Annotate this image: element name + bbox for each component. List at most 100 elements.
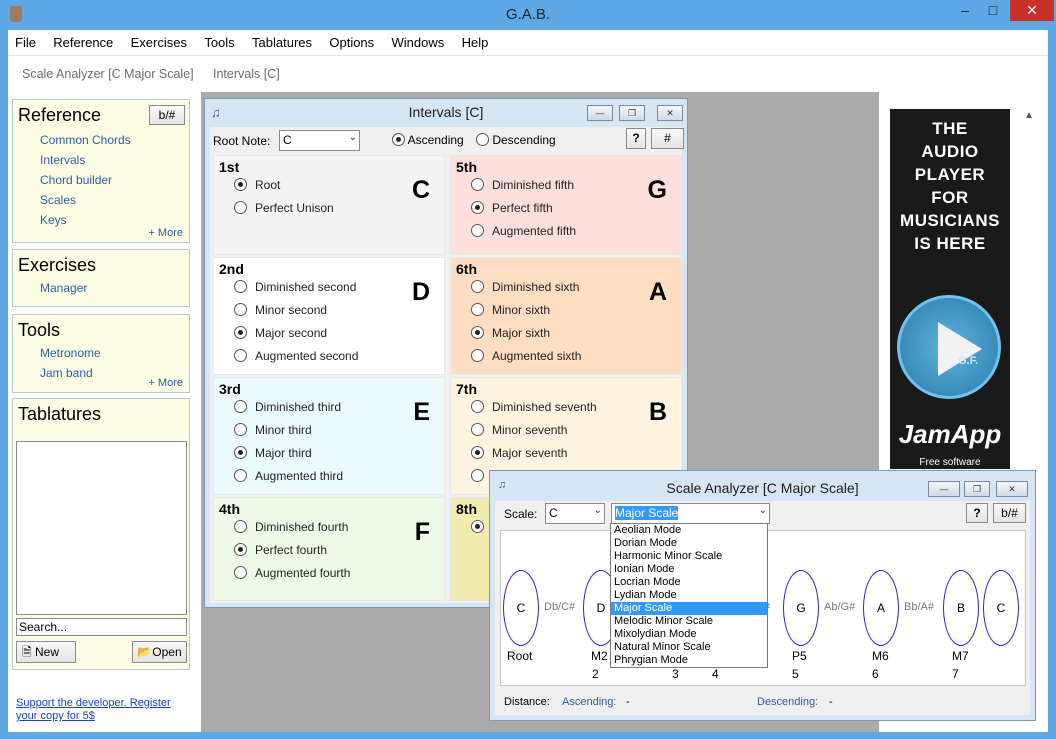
sidebar-item-scales[interactable]: Scales [40, 190, 189, 210]
sidebar-item-chord-builder[interactable]: Chord builder [40, 170, 189, 190]
interval-option-label: Diminished sixth [492, 280, 580, 294]
menu-file[interactable]: File [8, 30, 43, 50]
scale-mode-option[interactable]: Major Scale [611, 602, 767, 615]
scale-mode-option[interactable]: Melodic Minor Scale [611, 615, 767, 628]
document-tabs: Scale Analyzer [C Major Scale] Intervals… [8, 56, 1048, 92]
sidebar-item-intervals[interactable]: Intervals [40, 150, 189, 170]
interval-option-radio[interactable]: Major second [234, 326, 327, 340]
open-button[interactable]: 📂Open [132, 641, 187, 663]
radio-dot [471, 326, 484, 339]
interval-option-radio[interactable]: Augmented fifth [471, 224, 576, 238]
menu-windows[interactable]: Windows [385, 30, 452, 50]
interval-option-radio[interactable]: Diminished third [234, 400, 341, 414]
tablatures-list[interactable] [16, 441, 187, 615]
interval-option-radio[interactable]: Minor seventh [471, 423, 567, 437]
scale-mode-option[interactable]: Phrygian Mode [611, 654, 767, 667]
interval-option-radio[interactable]: Minor sixth [471, 303, 550, 317]
scroll-up-icon[interactable]: ▲ [1024, 110, 1034, 121]
help-button[interactable]: ? [966, 503, 988, 523]
scale-interval-label: M2 [591, 649, 608, 663]
interval-option-radio[interactable]: Diminished sixth [471, 280, 579, 294]
interval-option-radio[interactable]: Root [234, 178, 280, 192]
sidebar-item-metronome[interactable]: Metronome [40, 343, 189, 363]
scale-note[interactable]: C [983, 570, 1019, 646]
scale-root-select[interactable]: C ⌄ [545, 503, 605, 524]
minimize-icon[interactable]: – [954, 0, 976, 21]
interval-option-radio[interactable]: Diminished second [234, 280, 356, 294]
advertisement[interactable]: THE AUDIO PLAYER FOR MUSICIANS IS HERE G… [890, 109, 1010, 469]
support-link[interactable]: Support the developer. Register your cop… [16, 697, 171, 723]
interval-option-radio[interactable]: Augmented third [234, 469, 343, 483]
interval-option-radio[interactable]: Diminished fourth [234, 520, 348, 534]
maximize-icon[interactable]: □ [982, 0, 1004, 21]
menu-tablatures[interactable]: Tablatures [245, 30, 319, 50]
scale-mode-option[interactable]: Ionian Mode [611, 563, 767, 576]
interval-option-radio[interactable]: Major seventh [471, 446, 567, 460]
close-icon[interactable]: ✕ [1010, 0, 1054, 21]
ad-line: IS HERE [914, 234, 986, 253]
menu-exercises[interactable]: Exercises [124, 30, 194, 50]
scale-mode-select[interactable]: Major Scale ⌄ [611, 503, 770, 524]
interval-heading: 6th [456, 261, 477, 277]
scale-note[interactable]: A [863, 570, 899, 646]
restore-icon[interactable]: ❐ [964, 481, 990, 497]
scale-mode-option[interactable]: Locrian Mode [611, 576, 767, 589]
descending-radio[interactable]: Descending [476, 133, 556, 147]
interval-option-label: Diminished third [255, 400, 342, 414]
root-note-value: C [283, 133, 292, 147]
radio-dot [471, 446, 484, 459]
interval-option-label: Major second [255, 326, 328, 340]
help-button[interactable]: ? [626, 128, 646, 149]
menu-reference[interactable]: Reference [46, 30, 120, 50]
scale-mode-option[interactable]: Lydian Mode [611, 589, 767, 602]
scale-mode-option[interactable]: Harmonic Minor Scale [611, 550, 767, 563]
scale-mode-option[interactable]: Dorian Mode [611, 537, 767, 550]
interval-option-radio[interactable]: Perfect fourth [234, 543, 327, 557]
menu-tools[interactable]: Tools [197, 30, 241, 50]
ascending-radio[interactable]: Ascending [392, 133, 464, 147]
reference-more-link[interactable]: + More [148, 227, 183, 239]
scale-degree-number: 4 [712, 667, 719, 681]
flat-sharp-toggle[interactable]: b/# [993, 503, 1026, 523]
ascending-distance-value: - [626, 696, 630, 708]
sharp-button[interactable]: # [651, 128, 684, 149]
scale-mode-option[interactable]: Aeolian Mode [611, 524, 767, 537]
scale-mode-dropdown[interactable]: Aeolian Mode Dorian Mode Harmonic Minor Sc… [610, 523, 768, 668]
scale-interval-label: M7 [952, 649, 969, 663]
menu-help[interactable]: Help [455, 30, 496, 50]
tab-intervals[interactable]: Intervals [C] [213, 67, 280, 81]
tablatures-search-input[interactable]: Search... [16, 618, 187, 636]
scale-note[interactable]: G [783, 570, 819, 646]
ad-headline: THE AUDIO PLAYER FOR MUSICIANS IS HERE [890, 117, 1010, 255]
interval-option-radio[interactable]: Minor second [234, 303, 327, 317]
tools-more-link[interactable]: + More [148, 377, 183, 389]
scale-note[interactable]: B [943, 570, 979, 646]
radio-dot [471, 520, 484, 533]
restore-icon[interactable]: ❐ [619, 105, 645, 121]
minimize-icon[interactable]: — [587, 105, 613, 121]
interval-option-radio[interactable]: Augmented sixth [471, 349, 581, 363]
new-button[interactable]: 🗎 New [16, 641, 76, 663]
close-icon[interactable]: ✕ [657, 105, 683, 121]
interval-option-radio[interactable]: Diminished seventh [471, 400, 597, 414]
interval-option-radio[interactable]: Augmented second [234, 349, 358, 363]
scale-note[interactable]: C [503, 570, 539, 646]
interval-cell: 4th F Diminished fourth Perfect fourth Augme… [213, 497, 445, 601]
scale-mode-option[interactable]: Mixolydian Mode [611, 628, 767, 641]
tab-scale-analyzer[interactable]: Scale Analyzer [C Major Scale] [22, 67, 194, 81]
close-icon[interactable]: ✕ [996, 481, 1028, 497]
scale-mode-option[interactable]: Natural Minor Scale [611, 641, 767, 654]
flat-sharp-toggle[interactable]: b/# [149, 105, 185, 125]
sidebar-item-manager[interactable]: Manager [40, 278, 189, 298]
minimize-icon[interactable]: — [928, 481, 960, 497]
menu-options[interactable]: Options [322, 30, 381, 50]
root-note-select[interactable]: C ⌄ [279, 130, 360, 151]
interval-option-radio[interactable]: Minor third [234, 423, 312, 437]
interval-option-radio[interactable]: Perfect Unison [234, 201, 334, 215]
sidebar-item-common-chords[interactable]: Common Chords [40, 130, 189, 150]
interval-option-radio[interactable]: Perfect fifth [471, 201, 553, 215]
interval-option-radio[interactable]: Augmented fourth [234, 566, 350, 580]
interval-option-radio[interactable]: Diminished fifth [471, 178, 574, 192]
interval-option-radio[interactable]: Major third [234, 446, 312, 460]
interval-option-radio[interactable]: Major sixth [471, 326, 550, 340]
